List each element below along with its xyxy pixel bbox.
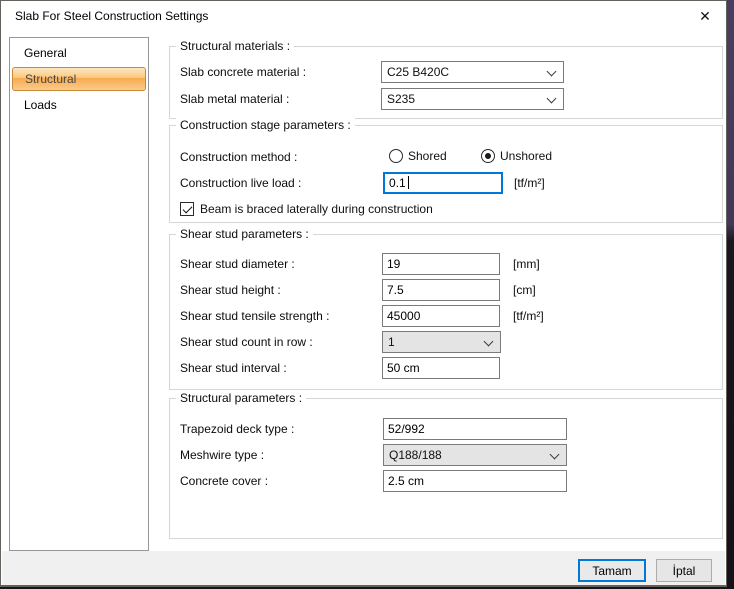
- group-structural-parameters: Structural parameters : Trapezoid deck t…: [169, 398, 723, 539]
- concrete-cover-label: Concrete cover :: [180, 470, 268, 492]
- shear-stud-diameter-label: Shear stud diameter :: [180, 253, 295, 275]
- meshwire-type-select[interactable]: Q188/188: [383, 444, 567, 466]
- trapezoid-deck-type-label: Trapezoid deck type :: [180, 418, 294, 440]
- selected-value: S235: [387, 89, 415, 109]
- trapezoid-deck-type-input[interactable]: [383, 418, 567, 440]
- footer-bar: Tamam İptal: [2, 551, 725, 585]
- selected-value: 1: [388, 332, 395, 352]
- radio-shored[interactable]: Shored: [389, 149, 447, 165]
- ok-button[interactable]: Tamam: [578, 559, 646, 582]
- slab-concrete-material-label: Slab concrete material :: [180, 61, 306, 83]
- dialog-title: Slab For Steel Construction Settings: [15, 9, 208, 23]
- live-load-unit: [tf/m²]: [514, 172, 545, 194]
- text-caret: [408, 176, 409, 189]
- shear-stud-count-label: Shear stud count in row :: [180, 331, 313, 353]
- radio-selected-icon: [481, 149, 495, 163]
- title-bar: Slab For Steel Construction Settings ✕: [1, 1, 726, 31]
- slab-metal-material-label: Slab metal material :: [180, 88, 289, 110]
- group-shear-stud: Shear stud parameters : Shear stud diame…: [169, 234, 723, 390]
- background-app-edge: [727, 0, 734, 589]
- shear-stud-diameter-input[interactable]: [382, 253, 500, 275]
- sidebar-item-structural[interactable]: Structural: [12, 67, 146, 91]
- concrete-cover-input[interactable]: [383, 470, 567, 492]
- slab-settings-dialog: Slab For Steel Construction Settings ✕ G…: [0, 0, 727, 587]
- close-icon[interactable]: ✕: [694, 6, 716, 26]
- radio-label: Shored: [408, 149, 447, 163]
- shear-stud-height-input[interactable]: [382, 279, 500, 301]
- group-construction-stage: Construction stage parameters : Construc…: [169, 125, 723, 223]
- cancel-button[interactable]: İptal: [656, 559, 712, 582]
- slab-metal-material-select[interactable]: S235: [381, 88, 564, 110]
- category-list: General Structural Loads: [9, 37, 149, 551]
- shear-stud-height-label: Shear stud height :: [180, 279, 281, 301]
- checkbox-label: Beam is braced laterally during construc…: [200, 202, 433, 216]
- radio-label: Unshored: [500, 149, 552, 163]
- group-structural-materials: Structural materials : Slab concrete mat…: [169, 46, 723, 119]
- chevron-down-icon: [547, 67, 557, 77]
- chevron-down-icon: [550, 450, 560, 460]
- shear-stud-tensile-strength-input[interactable]: [382, 305, 500, 327]
- shear-stud-interval-input[interactable]: [382, 357, 500, 379]
- group-title: Structural parameters :: [176, 391, 306, 405]
- selected-value: C25 B420C: [387, 62, 449, 82]
- chevron-down-icon: [547, 94, 557, 104]
- radio-unshored[interactable]: Unshored: [481, 149, 552, 165]
- tensile-strength-unit: [tf/m²]: [513, 305, 544, 327]
- shear-stud-count-select[interactable]: 1: [382, 331, 501, 353]
- construction-live-load-input[interactable]: [383, 172, 503, 194]
- slab-concrete-material-select[interactable]: C25 B420C: [381, 61, 564, 83]
- construction-live-load-label: Construction live load :: [180, 172, 301, 194]
- diameter-unit: [mm]: [513, 253, 540, 275]
- beam-braced-checkbox[interactable]: Beam is braced laterally during construc…: [180, 202, 433, 218]
- chevron-down-icon: [484, 337, 494, 347]
- group-title: Structural materials :: [176, 39, 294, 53]
- meshwire-type-label: Meshwire type :: [180, 444, 264, 466]
- checkbox-checked-icon: [180, 202, 194, 216]
- group-title: Shear stud parameters :: [176, 227, 313, 241]
- shear-stud-interval-label: Shear stud interval :: [180, 357, 287, 379]
- sidebar-item-loads[interactable]: Loads: [12, 92, 146, 118]
- height-unit: [cm]: [513, 279, 536, 301]
- radio-icon: [389, 149, 403, 163]
- selected-value: Q188/188: [389, 445, 442, 465]
- group-title: Construction stage parameters :: [176, 118, 355, 132]
- sidebar-item-general[interactable]: General: [12, 40, 146, 66]
- shear-stud-tensile-strength-label: Shear stud tensile strength :: [180, 305, 329, 327]
- construction-method-label: Construction method :: [180, 146, 297, 168]
